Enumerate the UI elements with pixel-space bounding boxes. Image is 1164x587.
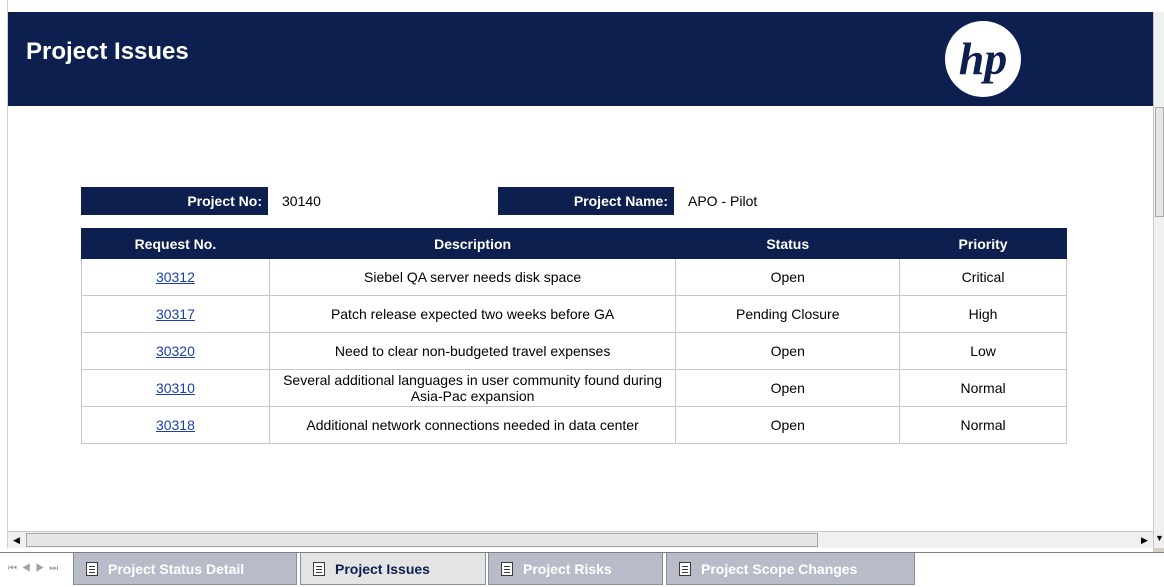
tab-project-scope-changes[interactable]: Project Scope Changes: [666, 553, 915, 585]
tab-project-status-detail[interactable]: Project Status Detail: [73, 553, 297, 585]
report-window: Project Issues hp ▼ Project No: 30140 Pr…: [0, 0, 1164, 587]
tab-label: Project Risks: [523, 561, 612, 577]
priority-cell: Low: [899, 332, 1067, 370]
column-header-status[interactable]: Status: [675, 228, 901, 259]
vertical-scrollbar[interactable]: ▼: [1153, 12, 1164, 548]
request-link[interactable]: 30318: [156, 417, 195, 433]
status-cell: Open: [675, 258, 901, 296]
column-header-priority[interactable]: Priority: [899, 228, 1067, 259]
issues-table: Request No. Description Status Priority …: [81, 228, 1067, 444]
horizontal-scroll-thumb[interactable]: [26, 533, 818, 547]
table-row: 30310 Several additional languages in us…: [81, 369, 1067, 407]
prev-sheet-icon[interactable]: ◀: [22, 563, 32, 574]
request-link[interactable]: 30312: [156, 269, 195, 285]
column-header-description[interactable]: Description: [268, 228, 677, 259]
request-cell: 30317: [81, 295, 270, 333]
tab-label: Project Status Detail: [108, 561, 245, 577]
table-row: 30320 Need to clear non-budgeted travel …: [81, 332, 1067, 370]
scroll-left-arrow-icon[interactable]: ◀: [8, 532, 25, 548]
document-icon: [86, 562, 98, 576]
priority-cell: Normal: [899, 406, 1067, 444]
request-cell: 30320: [81, 332, 270, 370]
request-link[interactable]: 30317: [156, 306, 195, 322]
tab-label: Project Scope Changes: [701, 561, 858, 577]
first-sheet-icon[interactable]: ⏮: [8, 563, 18, 574]
description-cell: Several additional languages in user com…: [268, 369, 677, 407]
table-row: 30318 Additional network connections nee…: [81, 406, 1067, 444]
priority-cell: Normal: [899, 369, 1067, 407]
request-link[interactable]: 30320: [156, 343, 195, 359]
report-header: Project Issues hp: [8, 12, 1153, 106]
priority-cell: Critical: [899, 258, 1067, 296]
column-header-request-no[interactable]: Request No.: [81, 228, 270, 259]
description-cell: Patch release expected two weeks before …: [268, 295, 677, 333]
scroll-right-arrow-icon[interactable]: ▶: [1136, 532, 1153, 548]
project-name-label: Project Name:: [498, 187, 674, 215]
tab-project-risks[interactable]: Project Risks: [488, 553, 663, 585]
project-name-value: APO - Pilot: [688, 193, 758, 209]
table-header-row: Request No. Description Status Priority: [81, 228, 1067, 259]
project-number-value: 30140: [282, 193, 321, 209]
last-sheet-icon[interactable]: ⏭: [49, 563, 59, 574]
tab-label: Project Issues: [335, 561, 430, 577]
status-cell: Open: [675, 332, 901, 370]
vertical-scroll-thumb[interactable]: [1155, 107, 1164, 217]
table-row: 30317 Patch release expected two weeks b…: [81, 295, 1067, 333]
scroll-down-arrow-icon[interactable]: ▼: [1154, 530, 1164, 546]
next-sheet-icon[interactable]: ▶: [35, 563, 45, 574]
horizontal-scrollbar[interactable]: ◀ ▶: [8, 531, 1153, 548]
priority-cell: High: [899, 295, 1067, 333]
hp-logo-text: hp: [959, 33, 1008, 84]
request-cell: 30318: [81, 406, 270, 444]
tab-project-issues[interactable]: Project Issues: [300, 553, 486, 585]
request-link[interactable]: 30310: [156, 380, 195, 396]
description-cell: Need to clear non-budgeted travel expens…: [268, 332, 677, 370]
status-cell: Open: [675, 406, 901, 444]
page-title: Project Issues: [26, 38, 189, 65]
project-number-label: Project No:: [81, 187, 268, 215]
status-cell: Open: [675, 369, 901, 407]
hp-logo: hp: [945, 21, 1021, 97]
sheet-tab-strip: ⏮ ◀ ▶ ⏭ Project Status Detail Project Is…: [0, 552, 1164, 587]
sheet-nav-buttons: ⏮ ◀ ▶ ⏭: [8, 563, 59, 574]
document-icon: [313, 562, 325, 576]
description-cell: Additional network connections needed in…: [268, 406, 677, 444]
request-cell: 30310: [81, 369, 270, 407]
table-row: 30312 Siebel QA server needs disk space …: [81, 258, 1067, 296]
request-cell: 30312: [81, 258, 270, 296]
status-cell: Pending Closure: [675, 295, 901, 333]
description-cell: Siebel QA server needs disk space: [268, 258, 677, 296]
left-edge: [0, 0, 8, 548]
document-icon: [679, 562, 691, 576]
document-icon: [501, 562, 513, 576]
